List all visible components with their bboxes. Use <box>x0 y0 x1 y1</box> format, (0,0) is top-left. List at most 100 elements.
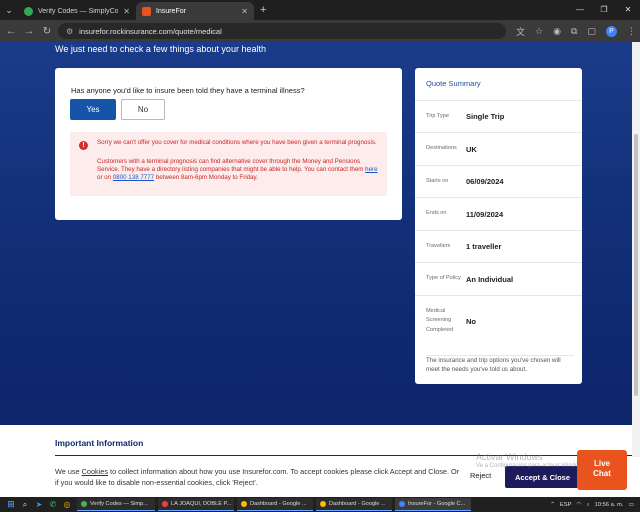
summary-key: Ends on <box>426 210 447 217</box>
telegram-icon[interactable]: ➤ <box>32 497 46 512</box>
summary-row-trip-type: Trip Type Single Trip <box>415 100 582 132</box>
page-heading: We just need to check a few things about… <box>55 44 266 54</box>
close-tab-icon[interactable]: ✕ <box>123 7 130 16</box>
bookmark-star-icon[interactable]: ☆ <box>535 26 543 37</box>
summary-value: Single Trip <box>466 112 505 121</box>
back-icon[interactable]: ← <box>4 26 18 37</box>
medical-question-card: Has anyone you'd like to insure been tol… <box>55 68 402 220</box>
reject-cookies-button[interactable]: Reject <box>470 471 491 480</box>
extensions-puzzle-icon[interactable]: ⧉ <box>571 26 577 37</box>
cookie-message: We use Cookies to collect information ab… <box>55 466 460 488</box>
summary-key: Type of Policy <box>426 275 461 282</box>
alert-body-mid: or on <box>97 174 113 182</box>
chrome-app-icon <box>320 501 326 507</box>
summary-row-destinations: Destinations UK <box>415 132 582 165</box>
taskbar-app-label: InsureFor - Google C... <box>408 501 466 507</box>
translate-icon[interactable]: 文 <box>516 25 525 38</box>
quote-summary-panel: Quote Summary Trip Type Single Trip Dest… <box>415 68 582 384</box>
summary-key: Medical Screening Completed <box>426 307 454 333</box>
terminal-illness-alert: ! Sorry we can't offer you cover for med… <box>70 132 387 196</box>
chrome-app-icon <box>241 501 247 507</box>
taskbar-app-insurefor[interactable]: InsureFor - Google C... <box>395 498 471 511</box>
summary-value: 06/09/2024 <box>466 177 504 186</box>
taskbar-app-dashboard-2[interactable]: Dashboard - Google ... <box>316 498 392 511</box>
chrome-app-icon <box>399 501 405 507</box>
taskbar-app-label: Dashboard - Google ... <box>329 501 386 507</box>
summary-footer-note: The insurance and trip options you've ch… <box>426 355 574 374</box>
yes-button[interactable]: Yes <box>70 99 116 120</box>
notifications-icon[interactable]: ▭ <box>629 502 634 508</box>
quote-summary-title: Quote Summary <box>426 79 481 88</box>
summary-row-travellers: Travellers 1 traveller <box>415 230 582 262</box>
cookies-link[interactable]: Cookies <box>82 467 108 476</box>
wifi-icon[interactable]: ◠ <box>577 502 582 508</box>
chrome-app-icon <box>162 501 168 507</box>
address-bar-row: ← → ↻ ⚙ insurefor.rockinsurance.com/quot… <box>0 20 640 42</box>
summary-key: Destinations <box>426 145 457 152</box>
cookie-prefix: We use <box>55 467 82 476</box>
forward-icon[interactable]: → <box>22 26 36 37</box>
alert-body: Customers with a terminal prognosis can … <box>97 158 381 183</box>
tab-strip: ⌄ Verify Codes — SimplyCodes ✕ InsureFor… <box>0 0 640 20</box>
live-chat-line-1: Live <box>593 459 610 468</box>
page-scrollbar[interactable] <box>632 42 640 497</box>
taskbar-app-verify-codes[interactable]: Verify Codes — Simp... <box>77 498 155 511</box>
summary-row-ends-on: Ends on 11/09/2024 <box>415 197 582 230</box>
terminal-illness-question: Has anyone you'd like to insure been tol… <box>71 86 305 95</box>
live-chat-button[interactable]: Live Chat <box>577 450 627 490</box>
chrome-app-icon <box>81 501 87 507</box>
page-viewport: We just need to check a few things about… <box>0 42 640 497</box>
tab-title: InsureFor <box>156 7 186 15</box>
summary-row-starts-on: Starts on 06/09/2024 <box>415 165 582 197</box>
summary-value: An Individual <box>466 274 514 284</box>
reload-icon[interactable]: ↻ <box>40 26 54 37</box>
alert-title: Sorry we can't offer you cover for medic… <box>97 139 377 146</box>
sidepanel-icon[interactable]: ▢ <box>587 26 596 37</box>
summary-row-type-of-policy: Type of Policy An Individual <box>415 262 582 295</box>
restore-icon[interactable]: ❐ <box>592 0 616 20</box>
scrollbar-thumb[interactable] <box>634 134 638 396</box>
language-indicator[interactable]: ESP <box>560 502 572 508</box>
clock[interactable]: 10:56 a. m. <box>595 502 624 508</box>
taskbar-app-dashboard-1[interactable]: Dashboard - Google ... <box>237 498 313 511</box>
summary-value: UK <box>466 144 477 154</box>
url-text: insurefor.rockinsurance.com/quote/medica… <box>79 26 222 36</box>
taskbar-search-icon[interactable]: ⌕ <box>18 497 32 512</box>
tab-verify-codes[interactable]: Verify Codes — SimplyCodes ✕ <box>18 2 136 20</box>
close-tab-icon[interactable]: ✕ <box>241 7 248 16</box>
volume-icon[interactable]: ♪ <box>587 502 590 508</box>
phone-link[interactable]: 0800 138 7777 <box>113 174 154 181</box>
simplycodes-favicon-icon <box>24 6 33 16</box>
taskbar-app-label: Dashboard - Google ... <box>250 501 307 507</box>
taskbar-app-label: LA JOAQUI, DOBLE P... <box>171 501 232 507</box>
tab-title: Verify Codes — SimplyCodes <box>38 7 119 15</box>
tray-chevron-icon[interactable]: ⌃ <box>550 502 555 508</box>
alert-body-prefix: Customers with a terminal prognosis can … <box>97 158 366 174</box>
whatsapp-icon[interactable]: ✆ <box>46 497 60 512</box>
accept-close-button[interactable]: Accept & Close <box>505 466 580 488</box>
here-link[interactable]: here <box>365 166 377 173</box>
taskbar-app-label: Verify Codes — Simp... <box>90 501 148 507</box>
chrome-icon[interactable]: ◎ <box>60 497 74 512</box>
profile-avatar[interactable]: P <box>605 25 617 37</box>
extension-icon[interactable]: ◉ <box>553 26 561 37</box>
summary-value: No <box>466 316 476 326</box>
tab-search-icon[interactable]: ⌄ <box>0 0 18 20</box>
new-tab-button[interactable]: + <box>254 4 272 16</box>
taskbar-app-la-joaqui[interactable]: LA JOAQUI, DOBLE P... <box>158 498 234 511</box>
alert-exclamation-icon: ! <box>79 141 88 150</box>
tab-insurefor[interactable]: InsureFor ✕ <box>136 2 254 20</box>
menu-kebab-icon[interactable]: ⋮ <box>627 26 636 37</box>
close-window-icon[interactable]: ✕ <box>616 0 640 20</box>
summary-value: 11/09/2024 <box>466 209 504 219</box>
windows-start-icon[interactable]: ⊞ <box>4 497 18 512</box>
url-field[interactable]: ⚙ insurefor.rockinsurance.com/quote/medi… <box>58 23 506 39</box>
summary-row-medical-screening: Medical Screening Completed No <box>415 295 582 346</box>
activate-windows-watermark: Activar Windows Ve a Configuración para … <box>476 452 587 469</box>
no-button[interactable]: No <box>121 99 165 120</box>
important-information-title: Important Information <box>55 438 144 448</box>
minimize-icon[interactable]: — <box>568 0 592 20</box>
watermark-line-1: Activar Windows <box>476 452 543 462</box>
alert-body-suffix: between 8am-6pm Monday to Friday. <box>154 174 258 182</box>
site-info-icon[interactable]: ⚙ <box>66 27 73 36</box>
